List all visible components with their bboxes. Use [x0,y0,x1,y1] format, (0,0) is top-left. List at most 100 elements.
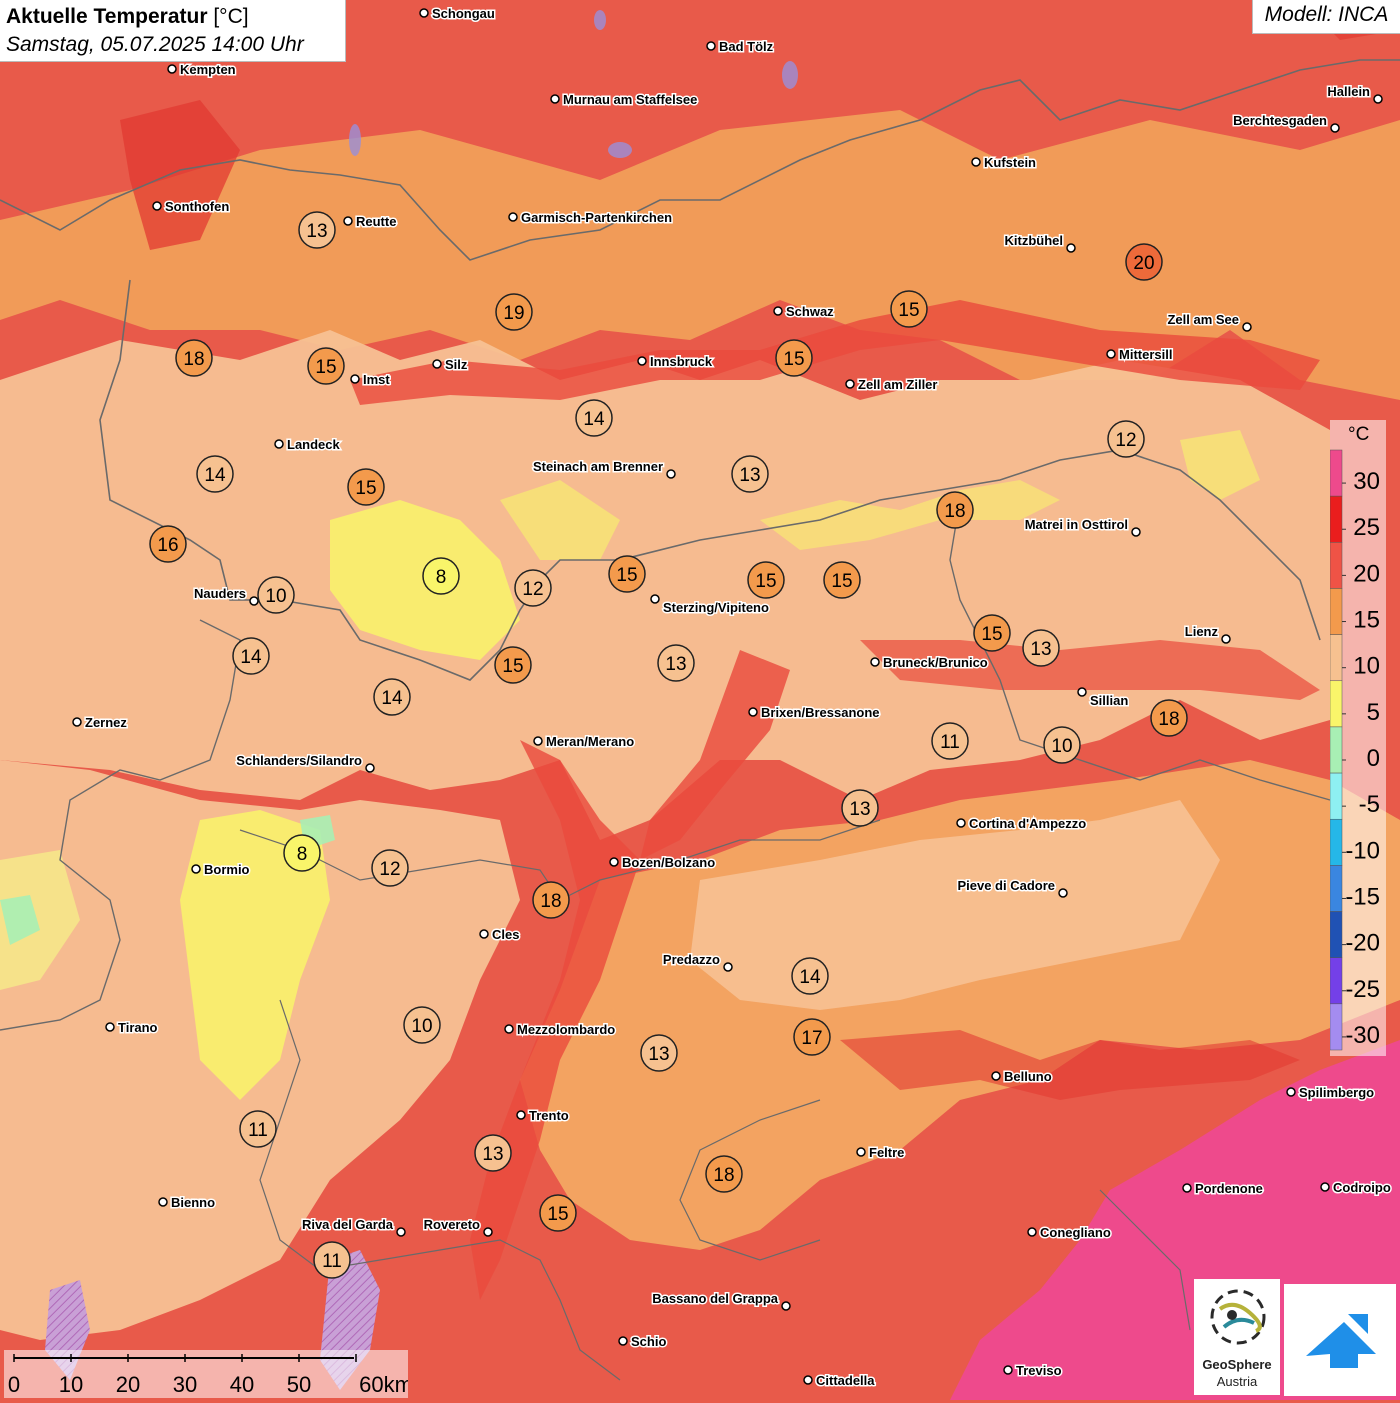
town-marker [723,962,733,972]
station-temperature[interactable]: 11 [931,722,969,760]
station-temperature[interactable]: 15 [747,561,785,599]
legend-label: 5 [1367,699,1380,726]
station-value: 14 [799,967,821,988]
station-temperature[interactable]: 16 [149,525,187,563]
station-temperature[interactable]: 15 [608,555,646,593]
town-label: Brixen/Bressanone [761,705,880,720]
station-temperature[interactable]: 20 [1125,243,1163,281]
town-label: Conegliano [1040,1225,1111,1240]
town-label: Schwaz [786,304,834,319]
scale-bar-graphic: 0 10 20 30 40 50 60km [8,1354,413,1397]
legend-colorbar: 30 25 20 15 10 5 0 -5 -10 -15 -20 -25 -30 [1330,449,1380,1051]
town-marker [158,1197,168,1207]
town-label: Sterzing/Vipiteno [663,600,769,615]
map-title: Aktuelle Temperatur [°C] [6,5,249,28]
town-label: Mezzolombardo [517,1022,615,1037]
scale-label: 0 [8,1372,20,1397]
legend-swatch [1330,957,1343,1005]
station-temperature[interactable]: 18 [1150,699,1188,737]
town-marker [516,1110,526,1120]
station-temperature[interactable]: 12 [1107,420,1145,458]
station-value: 15 [315,357,336,378]
station-temperature[interactable]: 15 [823,561,861,599]
town-marker [274,439,284,449]
station-temperature[interactable]: 13 [841,789,879,827]
temperature-map[interactable]: Schongau Bad Tölz Kempten Murnau am Staffel… [0,0,1400,1400]
station-temperature[interactable]: 12 [514,569,552,607]
town-label: Garmisch-Partenkirchen [521,210,672,225]
station-value: 10 [411,1016,432,1037]
station-temperature[interactable]: 10 [403,1006,441,1044]
town-marker [1373,94,1383,104]
station-temperature[interactable]: 13 [1022,629,1060,667]
town-label: Kitzbühel [1005,233,1064,248]
scale-label: 50 [287,1372,311,1397]
station-value: 10 [265,586,286,607]
station-value: 12 [1115,430,1136,451]
station-value: 11 [940,732,960,753]
station-temperature[interactable]: 14 [575,399,613,437]
town-label: Reutte [356,214,396,229]
station-temperature[interactable]: 14 [791,957,829,995]
town-marker [508,212,518,222]
station-temperature[interactable]: 14 [196,455,234,493]
town-marker [1077,687,1087,697]
station-temperature[interactable]: 15 [307,347,345,385]
station-temperature[interactable]: 10 [1043,726,1081,764]
station-temperature[interactable]: 18 [532,881,570,919]
geosphere-country: Austria [1216,1374,1258,1389]
town-label: Pieve di Cadore [957,878,1055,893]
station-value: 18 [944,501,965,522]
station-temperature[interactable]: 15 [890,290,928,328]
legend-swatch [1330,1003,1343,1051]
station-temperature[interactable]: 11 [313,1241,351,1279]
app-arrow-icon [1306,1314,1376,1368]
station-value: 20 [1133,253,1154,274]
station-value: 18 [540,891,561,912]
station-temperature[interactable]: 18 [936,491,974,529]
station-temperature[interactable]: 13 [640,1034,678,1072]
station-temperature[interactable]: 17 [793,1018,831,1056]
town-label: Bassano del Grappa [652,1291,778,1306]
station-temperature[interactable]: 13 [298,211,336,249]
station-temperature[interactable]: 18 [705,1155,743,1193]
town-label: Rovereto [424,1217,480,1232]
town-marker [483,1227,493,1237]
town-label: Hallein [1327,84,1370,99]
station-temperature[interactable]: 10 [257,576,295,614]
station-temperature[interactable]: 15 [494,646,532,684]
station-temperature[interactable]: 12 [371,849,409,887]
station-temperature[interactable]: 11 [239,1110,277,1148]
town-marker [396,1227,406,1237]
station-temperature[interactable]: 18 [175,339,213,377]
station-temperature[interactable]: 15 [539,1194,577,1232]
town-marker [343,216,353,226]
legend-swatch [1330,495,1343,543]
station-value: 15 [355,478,376,499]
station-temperature[interactable]: 13 [474,1134,512,1172]
station-temperature[interactable]: 14 [373,678,411,716]
app-logo[interactable] [1284,1284,1396,1396]
town-label: Nauders [194,586,246,601]
scale-label: 60km [359,1372,408,1397]
station-value: 13 [665,654,686,675]
town-marker [533,736,543,746]
town-label: Trento [529,1108,569,1123]
station-temperature[interactable]: 13 [731,455,769,493]
legend-swatch [1330,911,1343,958]
town-marker [72,717,82,727]
station-value: 15 [755,571,776,592]
town-label: Belluno [1004,1069,1052,1084]
station-temperature[interactable]: 15 [973,614,1011,652]
geosphere-logo: GeoSphere Austria [1194,1279,1280,1395]
town-label: Zell am See [1167,312,1239,327]
station-temperature[interactable]: 8 [422,557,460,595]
station-temperature[interactable]: 14 [232,637,270,675]
station-temperature[interactable]: 8 [283,834,321,872]
legend-swatch [1330,818,1343,866]
station-temperature[interactable]: 19 [495,293,533,331]
station-temperature[interactable]: 15 [347,468,385,506]
station-temperature[interactable]: 15 [775,339,813,377]
station-temperature[interactable]: 13 [657,644,695,682]
town-label: Cortina d'Ampezzo [969,816,1086,831]
